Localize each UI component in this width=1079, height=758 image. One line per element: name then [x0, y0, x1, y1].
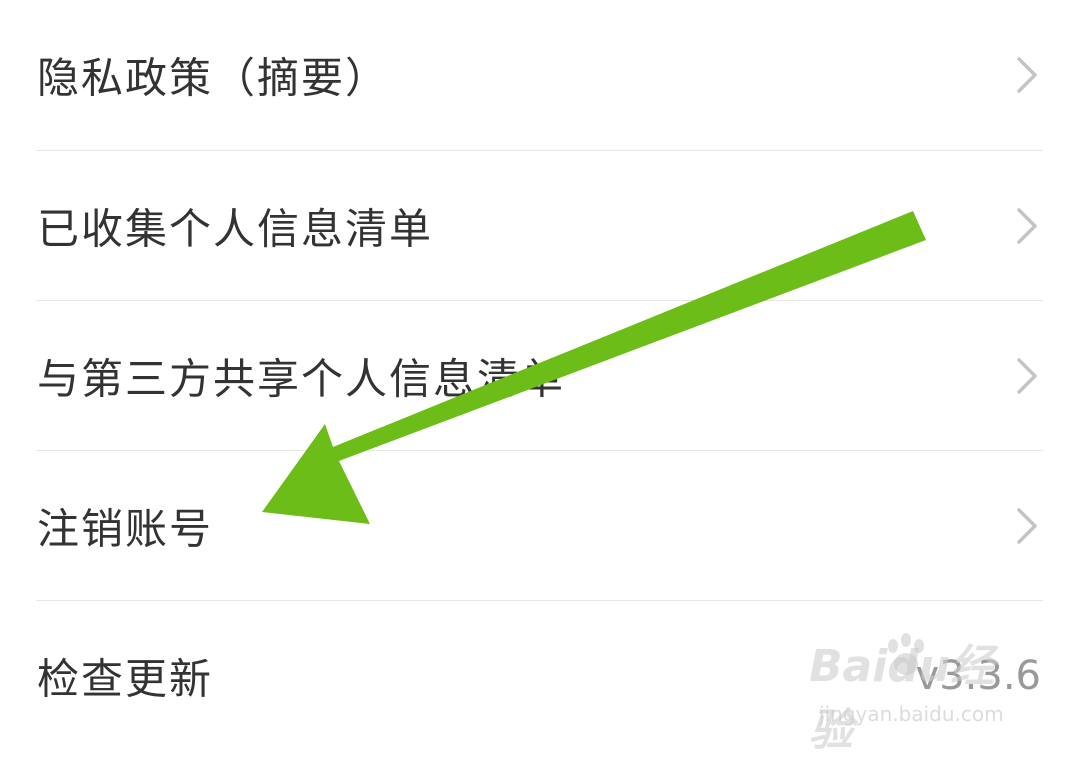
settings-item-check-update[interactable]: 检查更新 v3.3.6	[0, 601, 1079, 751]
settings-item-label: 已收集个人信息清单	[37, 204, 434, 254]
settings-item-label: 检查更新	[37, 654, 214, 704]
chevron-right-icon	[1017, 208, 1037, 244]
settings-item-privacy-policy-summary[interactable]: 隐私政策（摘要）	[0, 0, 1079, 150]
settings-item-label: 隐私政策（摘要）	[37, 53, 390, 103]
settings-list: 隐私政策（摘要） 已收集个人信息清单 与第三方共享个人信息清单 注销账号 检查更…	[0, 0, 1079, 750]
chevron-right-icon	[1017, 508, 1037, 544]
version-value: v3.3.6	[915, 653, 1041, 699]
chevron-right-icon	[1017, 358, 1037, 394]
settings-item-collected-info-list[interactable]: 已收集个人信息清单	[0, 151, 1079, 301]
settings-item-label: 注销账号	[37, 504, 214, 554]
settings-item-cancel-account[interactable]: 注销账号	[0, 451, 1079, 601]
settings-item-third-party-sharing-list[interactable]: 与第三方共享个人信息清单	[0, 301, 1079, 451]
chevron-right-icon	[1017, 57, 1037, 93]
settings-item-label: 与第三方共享个人信息清单	[37, 354, 566, 404]
